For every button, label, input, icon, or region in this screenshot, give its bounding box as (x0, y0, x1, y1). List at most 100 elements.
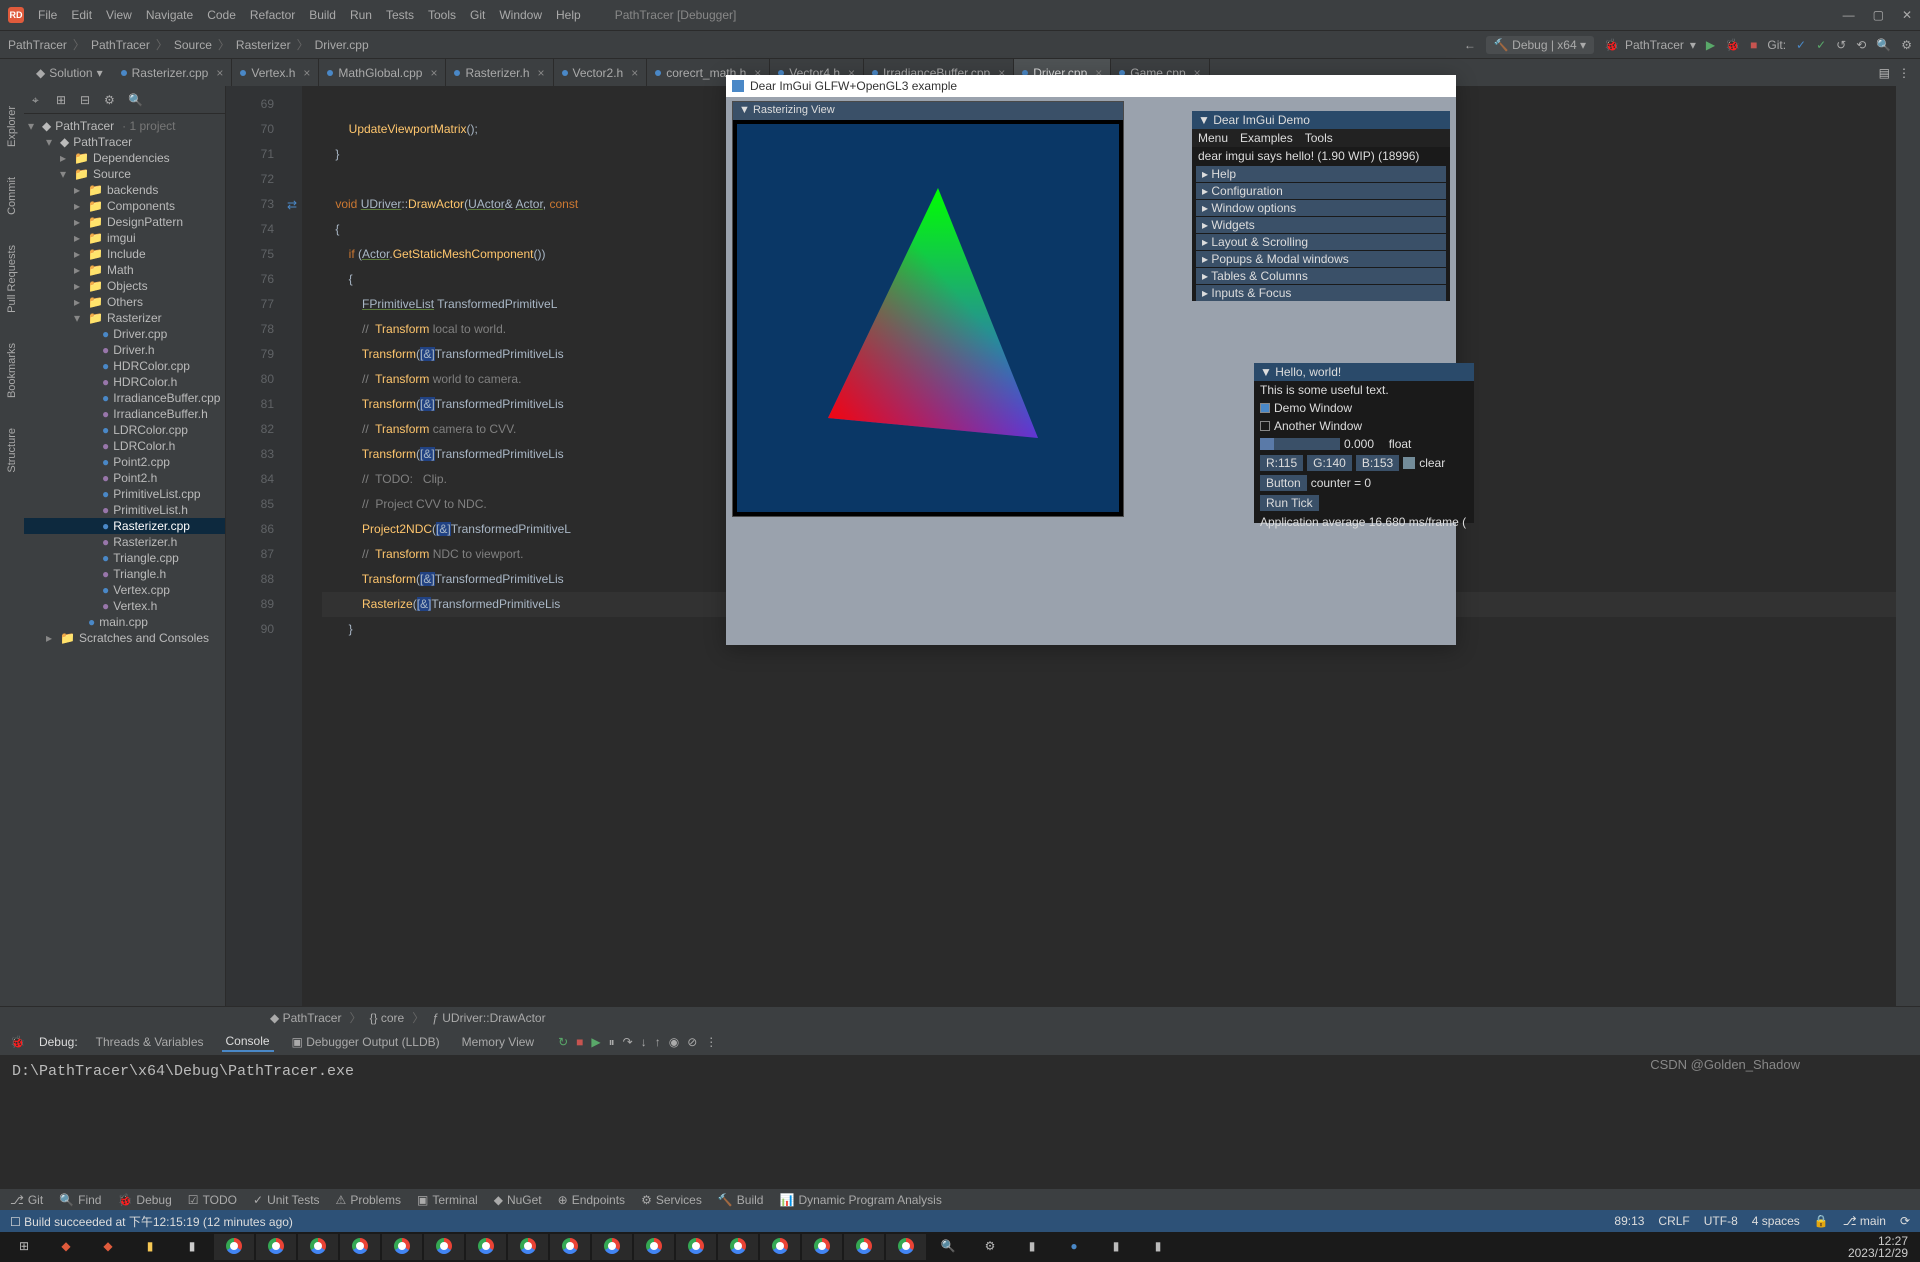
tree-item[interactable]: ▾📁 Rasterizer (24, 310, 225, 326)
imgui-section[interactable]: ▸ Window options (1196, 200, 1446, 216)
imgui-demo-title[interactable]: ▼ Dear ImGui Demo (1192, 111, 1450, 129)
imgui-section[interactable]: ▸ Popups & Modal windows (1196, 251, 1446, 267)
system-clock[interactable]: 12:272023/12/29 (1848, 1235, 1916, 1259)
tool-todo[interactable]: ☑ TODO (188, 1193, 237, 1207)
collapse-icon[interactable]: ⊟ (80, 93, 94, 107)
editor-tab[interactable]: MathGlobal.cpp× (319, 59, 446, 86)
checkbox-demo-window[interactable] (1260, 403, 1270, 413)
opengl-window[interactable]: Dear ImGui GLFW+OpenGL3 example ▼ Raster… (726, 75, 1456, 645)
tool-debug[interactable]: 🐞 Debug (117, 1193, 171, 1207)
bc-item[interactable]: {} core (370, 1011, 405, 1025)
taskbar-chrome[interactable] (340, 1234, 380, 1260)
taskbar-chrome[interactable] (886, 1234, 926, 1260)
taskbar-app[interactable]: ▮ (1012, 1234, 1052, 1260)
menu-window[interactable]: Window (499, 8, 542, 22)
tree-item[interactable]: ▾◆ PathTracer (24, 134, 225, 150)
tool-unit-tests[interactable]: ✓ Unit Tests (253, 1193, 320, 1207)
imgui-section[interactable]: ▸ Help (1196, 166, 1446, 182)
taskbar-app[interactable]: ◆ (88, 1234, 128, 1260)
menu-help[interactable]: Help (556, 8, 581, 22)
crumb[interactable]: PathTracer (91, 38, 150, 52)
tree-item[interactable]: ● HDRColor.cpp (24, 358, 225, 374)
rgb-g[interactable]: G:140 (1307, 455, 1352, 471)
resume-icon[interactable]: ▶ (591, 1035, 600, 1050)
color-swatch[interactable] (1403, 457, 1415, 469)
tree-item[interactable]: ▸📁 imgui (24, 230, 225, 246)
tree-item[interactable]: ● Vertex.cpp (24, 582, 225, 598)
menu-view[interactable]: View (106, 8, 132, 22)
tree-item[interactable]: ● Triangle.h (24, 566, 225, 582)
taskbar-chrome[interactable] (256, 1234, 296, 1260)
expand-icon[interactable]: ⊞ (56, 93, 70, 107)
imgui-section[interactable]: ▸ Inputs & Focus (1196, 285, 1446, 301)
rasterizing-view-title[interactable]: ▼ Rasterizing View (733, 102, 1123, 120)
imgui-section[interactable]: ▸ Layout & Scrolling (1196, 234, 1446, 250)
tool-find[interactable]: 🔍 Find (59, 1193, 101, 1207)
git-push-icon[interactable]: ✓ (1816, 38, 1826, 52)
maximize-icon[interactable]: ▢ (1873, 8, 1884, 22)
debug-tab-lldb[interactable]: ▣ Debugger Output (LLDB) (288, 1033, 444, 1051)
tree-item[interactable]: ● Driver.h (24, 342, 225, 358)
back-icon[interactable]: ← (1464, 38, 1476, 52)
rerun-icon[interactable]: ↻ (558, 1035, 568, 1050)
tool-git[interactable]: ⎇ Git (10, 1193, 43, 1207)
rail-explorer[interactable]: Explorer (6, 106, 18, 147)
editor-tab[interactable]: Rasterizer.h× (446, 59, 553, 86)
crumb[interactable]: Driver.cpp (315, 38, 369, 52)
tool-terminal[interactable]: ▣ Terminal (417, 1193, 478, 1207)
taskbar-chrome[interactable] (382, 1234, 422, 1260)
file-tree[interactable]: ▾◆ PathTracer· 1 project ▾◆ PathTracer ▸📁… (24, 114, 225, 1006)
taskbar-app[interactable]: ● (1054, 1234, 1094, 1260)
tab-close-icon[interactable]: × (430, 66, 437, 80)
tab-close-icon[interactable]: × (216, 66, 223, 80)
tree-item[interactable]: ▾📁 Source (24, 166, 225, 182)
tool-problems[interactable]: ⚠ Problems (336, 1193, 401, 1207)
tree-item[interactable]: ● Point2.h (24, 470, 225, 486)
indent[interactable]: 4 spaces (1752, 1214, 1800, 1228)
stop-icon[interactable]: ■ (576, 1035, 583, 1050)
taskbar-app[interactable]: ▮ (130, 1234, 170, 1260)
tree-item[interactable]: ▸📁 Objects (24, 278, 225, 294)
cursor-position[interactable]: 89:13 (1614, 1214, 1644, 1228)
more-icon[interactable]: ⋮ (705, 1035, 717, 1050)
imgui-section[interactable]: ▸ Configuration (1196, 183, 1446, 199)
tree-item[interactable]: ● PrimitiveList.h (24, 502, 225, 518)
imgui-section[interactable]: ▸ Tables & Columns (1196, 268, 1446, 284)
tree-item[interactable]: ● Triangle.cpp (24, 550, 225, 566)
taskbar-chrome[interactable] (550, 1234, 590, 1260)
debug-tab-console[interactable]: Console (222, 1032, 274, 1052)
tree-item[interactable]: ● LDRColor.h (24, 438, 225, 454)
taskbar-chrome[interactable] (466, 1234, 506, 1260)
button[interactable]: Button (1260, 475, 1307, 491)
rail-commit[interactable]: Commit (6, 177, 18, 215)
tool-nuget[interactable]: ◆ NuGet (494, 1193, 542, 1207)
mute-breakpoints-icon[interactable]: ⊘ (687, 1035, 697, 1050)
tree-item[interactable]: ● IrradianceBuffer.cpp (24, 390, 225, 406)
tab-close-icon[interactable]: × (631, 66, 638, 80)
bc-item[interactable]: ƒ UDriver::DrawActor (432, 1011, 545, 1025)
tree-root[interactable]: ▾◆ PathTracer· 1 project (24, 118, 225, 134)
encoding[interactable]: UTF-8 (1704, 1214, 1738, 1228)
taskbar-chrome[interactable] (214, 1234, 254, 1260)
tab-list-icon[interactable]: ▤ (1879, 66, 1890, 80)
step-into-icon[interactable]: ↓ (641, 1035, 647, 1050)
play-icon[interactable]: ▶ (1706, 38, 1715, 52)
run-target[interactable]: 🐞 PathTracer ▾ (1604, 38, 1696, 52)
rasterizing-view-window[interactable]: ▼ Rasterizing View (732, 101, 1124, 517)
taskbar-app[interactable]: ▮ (1138, 1234, 1178, 1260)
taskbar-chrome[interactable] (718, 1234, 758, 1260)
tree-item[interactable]: ▸📁 Scratches and Consoles (24, 630, 225, 646)
tree-item[interactable]: ▸📁 Math (24, 262, 225, 278)
crumb[interactable]: Source (174, 38, 212, 52)
search-icon[interactable]: 🔍 (128, 93, 142, 107)
tab-close-icon[interactable]: × (538, 66, 545, 80)
tree-item[interactable]: ● Driver.cpp (24, 326, 225, 342)
menu-build[interactable]: Build (309, 8, 336, 22)
tool-dpa[interactable]: 📊 Dynamic Program Analysis (779, 1193, 941, 1207)
taskbar-app[interactable]: ◆ (46, 1234, 86, 1260)
tree-item[interactable]: ● Vertex.h (24, 598, 225, 614)
minimize-icon[interactable]: — (1843, 8, 1855, 22)
imgui-hello-title[interactable]: ▼ Hello, world! (1254, 363, 1474, 381)
tree-item[interactable]: ● IrradianceBuffer.h (24, 406, 225, 422)
rgb-b[interactable]: B:153 (1356, 455, 1399, 471)
